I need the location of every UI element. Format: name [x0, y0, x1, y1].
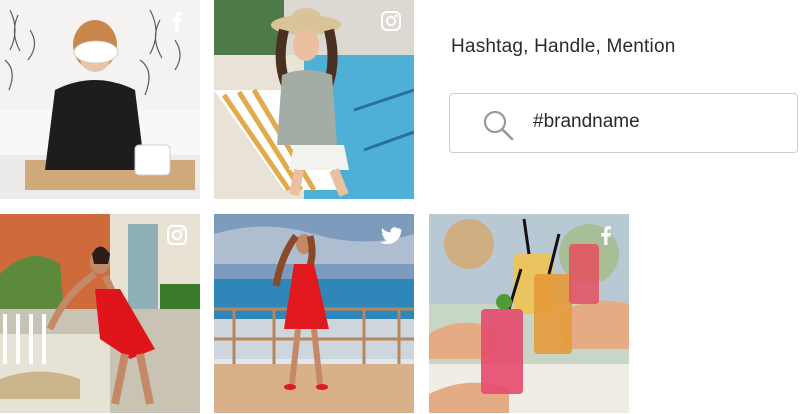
facebook-icon [166, 10, 188, 32]
social-post-tile-5[interactable] [429, 214, 629, 413]
panel-heading: Hashtag, Handle, Mention [451, 36, 676, 57]
instagram-icon [166, 224, 188, 246]
social-post-tile-3[interactable] [0, 214, 200, 413]
search-value: #brandname [533, 111, 640, 132]
social-post-tile-2[interactable] [214, 0, 414, 199]
instagram-icon [380, 10, 402, 32]
social-post-tile-1[interactable] [0, 0, 200, 199]
twitter-icon [380, 224, 402, 246]
facebook-icon [595, 224, 617, 246]
social-post-tile-4[interactable] [214, 214, 414, 413]
search-icon [483, 110, 514, 141]
search-input[interactable]: #brandname [449, 93, 798, 153]
